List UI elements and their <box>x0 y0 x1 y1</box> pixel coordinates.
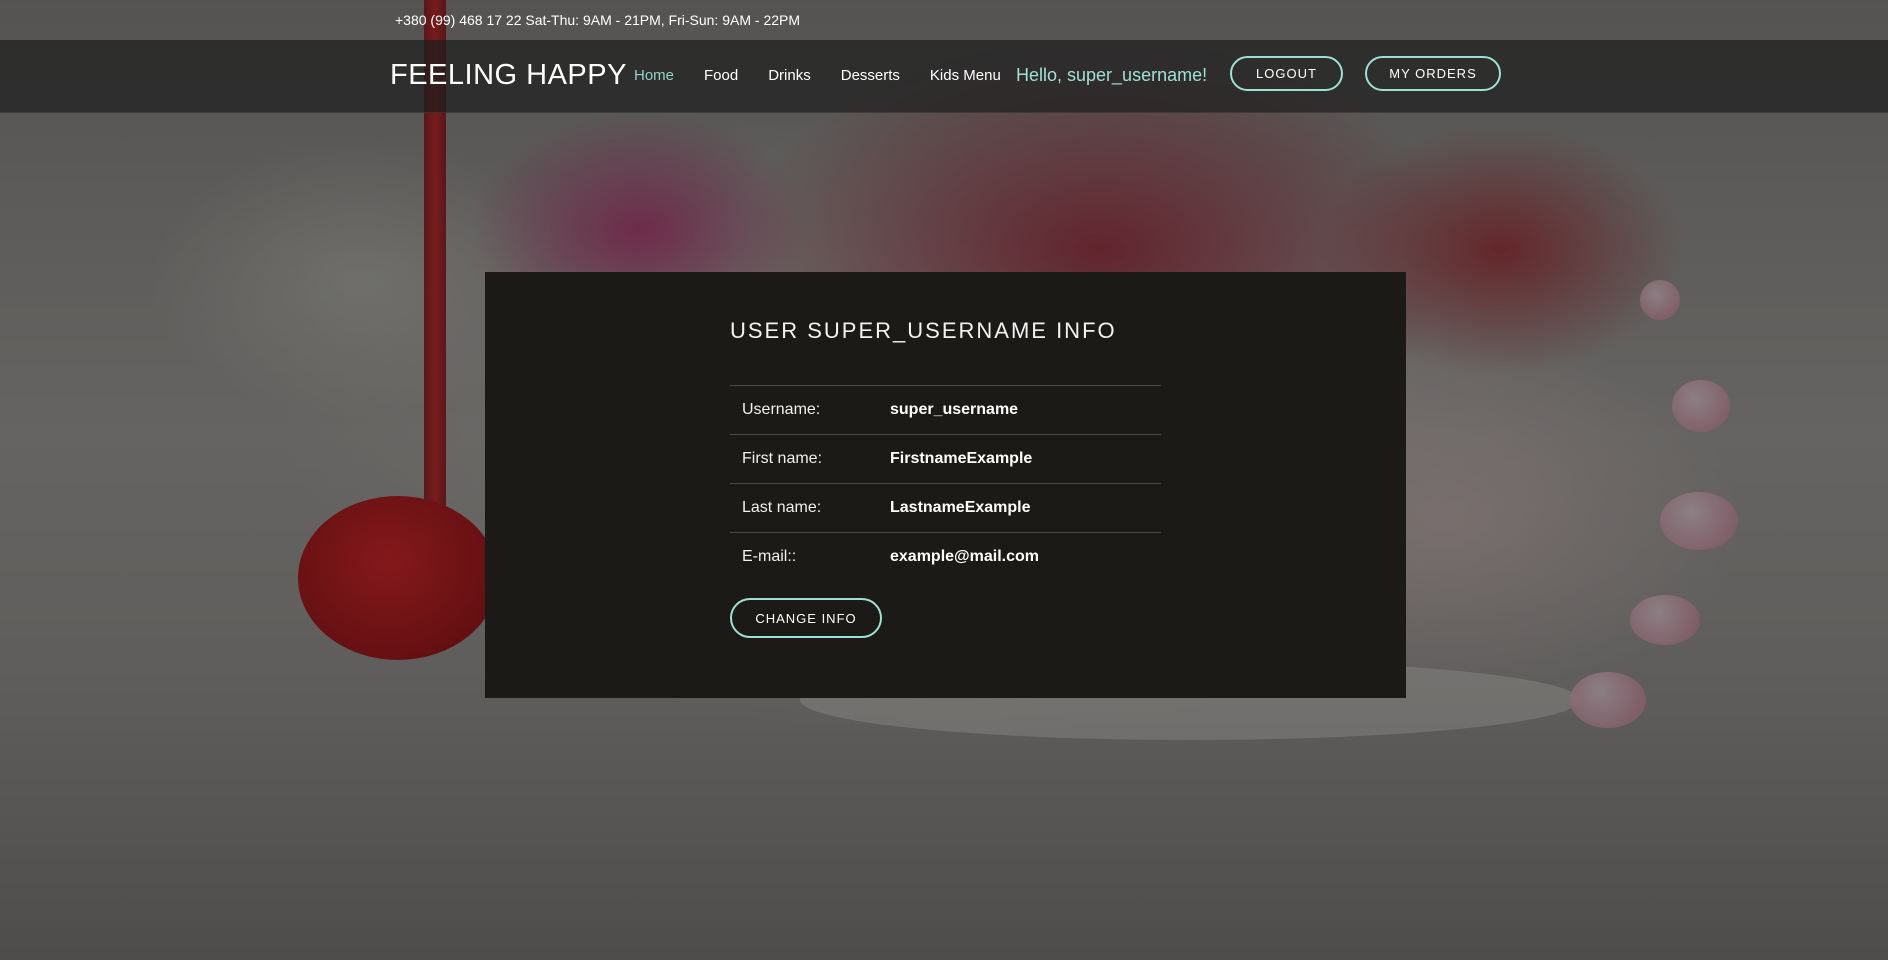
nav-link-desserts[interactable]: Desserts <box>841 67 900 84</box>
info-row-email: E-mail:: example@mail.com <box>730 533 1161 581</box>
nav-link-food[interactable]: Food <box>704 67 738 84</box>
card-title: USER SUPER_USERNAME INFO <box>730 318 1117 343</box>
my-orders-button[interactable]: MY ORDERS <box>1365 56 1501 91</box>
info-label: Username: <box>742 401 821 418</box>
user-greeting: Hello, super_username! <box>1016 65 1208 85</box>
navbar: FEELING HAPPY Home Food Drinks Desserts … <box>0 40 1888 113</box>
info-value: example@mail.com <box>890 548 1039 565</box>
info-label: First name: <box>742 450 823 467</box>
nav-link-home[interactable]: Home <box>634 67 674 84</box>
info-label: E-mail:: <box>742 548 797 565</box>
brand-logo[interactable]: FEELING HAPPY <box>390 59 627 92</box>
top-info-bar: +380 (99) 468 17 22 Sat-Thu: 9AM - 21PM,… <box>0 0 1888 40</box>
user-info-table: Username: super_username First name: Fir… <box>730 385 1161 581</box>
user-info-card: USER SUPER_USERNAME INFO Username: super… <box>485 272 1406 698</box>
info-row-username: Username: super_username <box>730 386 1161 435</box>
change-info-button[interactable]: CHANGE INFO <box>730 598 882 638</box>
contact-info: +380 (99) 468 17 22 Sat-Thu: 9AM - 21PM,… <box>395 12 801 28</box>
info-value: LastnameExample <box>890 499 1031 516</box>
info-value: super_username <box>890 401 1019 418</box>
info-label: Last name: <box>742 499 822 516</box>
nav-links: Home Food Drinks Desserts Kids Menu <box>634 67 1031 84</box>
nav-link-kids-menu[interactable]: Kids Menu <box>930 67 1001 84</box>
info-row-first-name: First name: FirstnameExample <box>730 435 1161 484</box>
info-value: FirstnameExample <box>890 450 1033 467</box>
logout-button[interactable]: LOGOUT <box>1230 56 1343 91</box>
info-row-last-name: Last name: LastnameExample <box>730 484 1161 533</box>
nav-link-drinks[interactable]: Drinks <box>768 67 811 84</box>
